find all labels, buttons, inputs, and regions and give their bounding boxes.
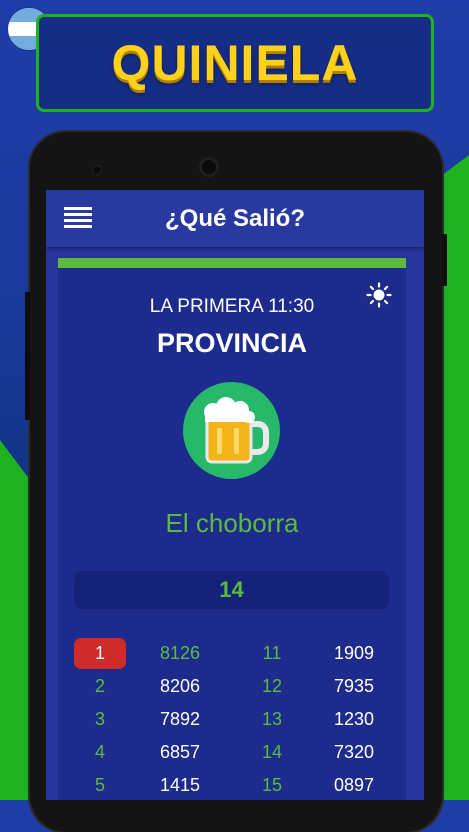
table-row: 4 6857 14 7320 [74, 736, 394, 769]
progress-bar [58, 258, 406, 268]
position-label: 5 [94, 775, 105, 795]
results-table: 1 8126 11 1909 2 8206 12 7935 3 7892 13 … [74, 637, 394, 800]
camera-icon [199, 157, 219, 177]
position-label: 14 [261, 742, 283, 762]
result-number: 1909 [333, 643, 375, 663]
province-name: PROVINCIA [156, 328, 308, 358]
result-number: 8206 [159, 676, 201, 696]
sensor-icon [93, 166, 101, 174]
banner-title: QUINIELA [111, 35, 359, 91]
position-label: 3 [94, 709, 105, 729]
result-number: 7935 [333, 676, 375, 696]
app-bar: ¿Qué Salió? [46, 190, 424, 247]
position-label: 1 [74, 638, 126, 669]
lottery-time: LA PRIMERA 11:30 [149, 296, 315, 317]
result-number: 7320 [333, 742, 375, 762]
result-number: 6857 [159, 742, 201, 762]
dream-number: 14 [74, 571, 389, 609]
dream-icon-circle [183, 382, 280, 479]
position-label: 12 [261, 676, 283, 696]
position-label: 4 [94, 742, 105, 762]
result-number: 1230 [333, 709, 375, 729]
result-number: 1415 [159, 775, 201, 795]
app-title: ¿Qué Salió? [164, 204, 305, 232]
result-card: LA PRIMERA 11:30 PROVINCIA El choborra 1… [58, 258, 406, 800]
position-label: 11 [262, 643, 282, 663]
result-number: 0897 [333, 775, 375, 795]
position-label: 13 [261, 709, 283, 729]
result-number: 8126 [159, 643, 201, 663]
result-number: 7892 [159, 709, 201, 729]
app-screen: ¿Qué Salió? LA PRIMERA 11:30 PROVINCIA E… [46, 190, 424, 800]
progress-fill [58, 258, 406, 268]
table-row: 2 8206 12 7935 [74, 670, 394, 703]
position-label: 15 [261, 775, 283, 795]
table-row: 3 7892 13 1230 [74, 703, 394, 736]
dream-name: El choborra [165, 508, 299, 538]
table-row: 1 8126 11 1909 [74, 637, 394, 670]
promo-banner: QUINIELA [36, 14, 434, 112]
beer-mug-icon [204, 397, 269, 464]
table-row: 5 1415 15 0897 [74, 769, 394, 800]
position-label: 2 [94, 676, 105, 696]
menu-icon[interactable] [64, 207, 92, 231]
